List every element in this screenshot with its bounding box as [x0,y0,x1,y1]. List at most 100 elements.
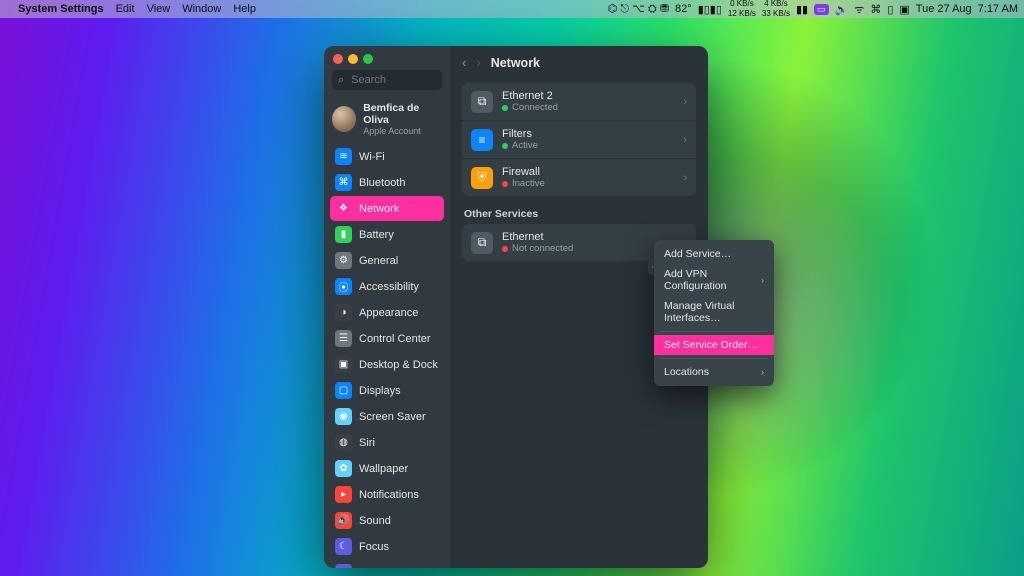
menu-item-manage-virtual-interfaces-[interactable]: Manage Virtual Interfaces… [654,296,774,328]
sidebar-item-label: Network [359,203,399,215]
service-icon: ⛨ [471,167,493,189]
context-menu: Add Service…Add VPN Configuration›Manage… [654,240,774,386]
sidebar-item-label: Battery [359,229,394,241]
search-input[interactable] [349,73,433,87]
sidebar-item-bluetooth[interactable]: ⌘Bluetooth [330,170,444,195]
menu-item-set-service-order-[interactable]: Set Service Order… [654,335,774,355]
minimize-button[interactable] [348,54,358,64]
sidebar-item-label: Focus [359,541,389,553]
menu-item-label: Locations [664,366,709,378]
account-name: Bemfica de Oliva [363,102,442,126]
service-row-filters[interactable]: ≡ Filters Active › [462,120,696,158]
service-row-ethernet-2[interactable]: ⧉ Ethernet 2 Connected › [462,83,696,120]
service-label: Firewall [502,166,545,178]
sidebar-item-label: Wi-Fi [359,151,385,163]
service-label: Filters [502,128,538,140]
control-center-icon: ☰ [335,330,352,347]
sidebar-item-appearance[interactable]: ◑Appearance [330,300,444,325]
status-dot-icon [502,143,508,149]
sidebar-item-control-center[interactable]: ☰Control Center [330,326,444,351]
menubar-time[interactable]: 7:17 AM [978,3,1018,15]
menu-item-label: Add VPN Configuration [664,268,761,292]
sidebar-item-siri[interactable]: ◍ Siri [330,430,444,455]
menu-item-add-service-[interactable]: Add Service… [654,244,774,264]
service-status: Active [502,140,538,151]
sidebar-item-label: Notifications [359,489,419,501]
sidebar-item-displays[interactable]: ▢Displays [330,378,444,403]
sidebar-item-general[interactable]: ⚙General [330,248,444,273]
sidebar-item-screen-time[interactable]: ⧗Screen Time [330,560,444,568]
sidebar-item-label: Screen Saver [359,411,426,423]
menu-edit[interactable]: Edit [116,3,135,15]
status-icons-group[interactable]: ⌬ ⎋ ⌥ ⛭ ⛃ [608,2,669,16]
screen-time-icon: ⧗ [335,564,352,568]
service-status: Not connected [502,243,573,254]
temperature-indicator[interactable]: 82° [675,3,692,15]
menu-help[interactable]: Help [233,3,256,15]
sidebar-item-desktop-dock[interactable]: ▣Desktop & Dock [330,352,444,377]
menu-view[interactable]: View [147,3,171,15]
status-badge[interactable]: ▭ [814,4,829,15]
sidebar-item-wallpaper[interactable]: ✿Wallpaper [330,456,444,481]
screen-mirroring-icon[interactable]: ▣ [899,3,909,16]
zoom-button[interactable] [363,54,373,64]
service-status: Connected [502,102,558,113]
focus-icon: ☾ [335,538,352,555]
sidebar-item-label: Accessibility [359,281,419,293]
bluetooth-icon: ⌘ [335,174,352,191]
other-services-header: Other Services [462,204,696,224]
service-row-firewall[interactable]: ⛨ Firewall Inactive › [462,158,696,196]
back-button[interactable]: ‹ [462,55,466,70]
menu-item-add-vpn-configuration[interactable]: Add VPN Configuration› [654,264,774,296]
network-stats-2[interactable]: 4 KB/s33 KB/s [762,0,790,18]
avatar [332,106,356,132]
status-dot-icon [502,246,508,252]
search-field[interactable]: ⌕ [332,70,442,90]
wifi-icon[interactable]: ᯤ [854,2,864,17]
battery-icon[interactable]: ▯ [887,3,893,16]
window-controls [324,46,450,70]
sidebar-item-notifications[interactable]: ▸ Notifications [330,482,444,507]
menubar-date[interactable]: Tue 27 Aug [916,3,972,15]
sidebar-item-network[interactable]: ❖ Network [330,196,444,221]
sidebar-item-battery[interactable]: ▮Battery [330,222,444,247]
sidebar-item-label: Displays [359,385,401,397]
menu-item-locations[interactable]: Locations › [654,362,774,382]
network-icon: ❖ [335,200,352,217]
siri-icon: ◍ [335,434,352,451]
submenu-arrow-icon: › [761,367,764,377]
menu-window[interactable]: Window [182,3,221,15]
settings-window: ⌕ Bemfica de Oliva Apple Account ≋ Wi-Fi ⌘… [324,46,708,568]
sidebar-item-label: General [359,255,398,267]
sidebar-item-label: Appearance [359,307,418,319]
apple-account-row[interactable]: Bemfica de Oliva Apple Account [324,98,450,144]
sidebar-item-label: Siri [359,437,375,449]
app-menu[interactable]: System Settings [18,3,104,15]
sidebar-item-sound[interactable]: 🔊Sound [330,508,444,533]
service-label: Ethernet [502,231,573,243]
sidebar-item-screen-saver[interactable]: ◉Screen Saver [330,404,444,429]
sidebar-item-focus[interactable]: ☾ Focus [330,534,444,559]
control-center-icon[interactable]: ⌘ [870,3,881,16]
sidebar-item-accessibility[interactable]: ⦿Accessibility [330,274,444,299]
wallpaper-icon: ✿ [335,460,352,477]
menu-separator [660,331,768,332]
network-stats-1[interactable]: 0 KB/s12 KB/s [728,0,756,18]
memory-indicator-icon[interactable]: ▮▮ [796,3,808,16]
service-icon: ≡ [471,129,493,151]
chevron-right-icon: › [683,172,687,184]
sidebar: ⌕ Bemfica de Oliva Apple Account ≋ Wi-Fi ⌘… [324,46,450,568]
sidebar-item-wi-fi[interactable]: ≋ Wi-Fi [330,144,444,169]
volume-icon[interactable]: 🔊 [835,3,849,16]
menu-item-label: Add Service… [664,248,731,260]
battery-bars-icon[interactable]: ▮▯▮▯ [698,3,722,16]
wi-fi-icon: ≋ [335,148,352,165]
status-dot-icon [502,105,508,111]
menu-item-label: Set Service Order… [664,339,758,351]
desktop-dock-icon: ▣ [335,356,352,373]
service-icon: ⧉ [471,91,493,113]
forward-button[interactable]: › [476,55,480,70]
close-button[interactable] [333,54,343,64]
notifications-icon: ▸ [335,486,352,503]
account-sub: Apple Account [363,126,442,136]
